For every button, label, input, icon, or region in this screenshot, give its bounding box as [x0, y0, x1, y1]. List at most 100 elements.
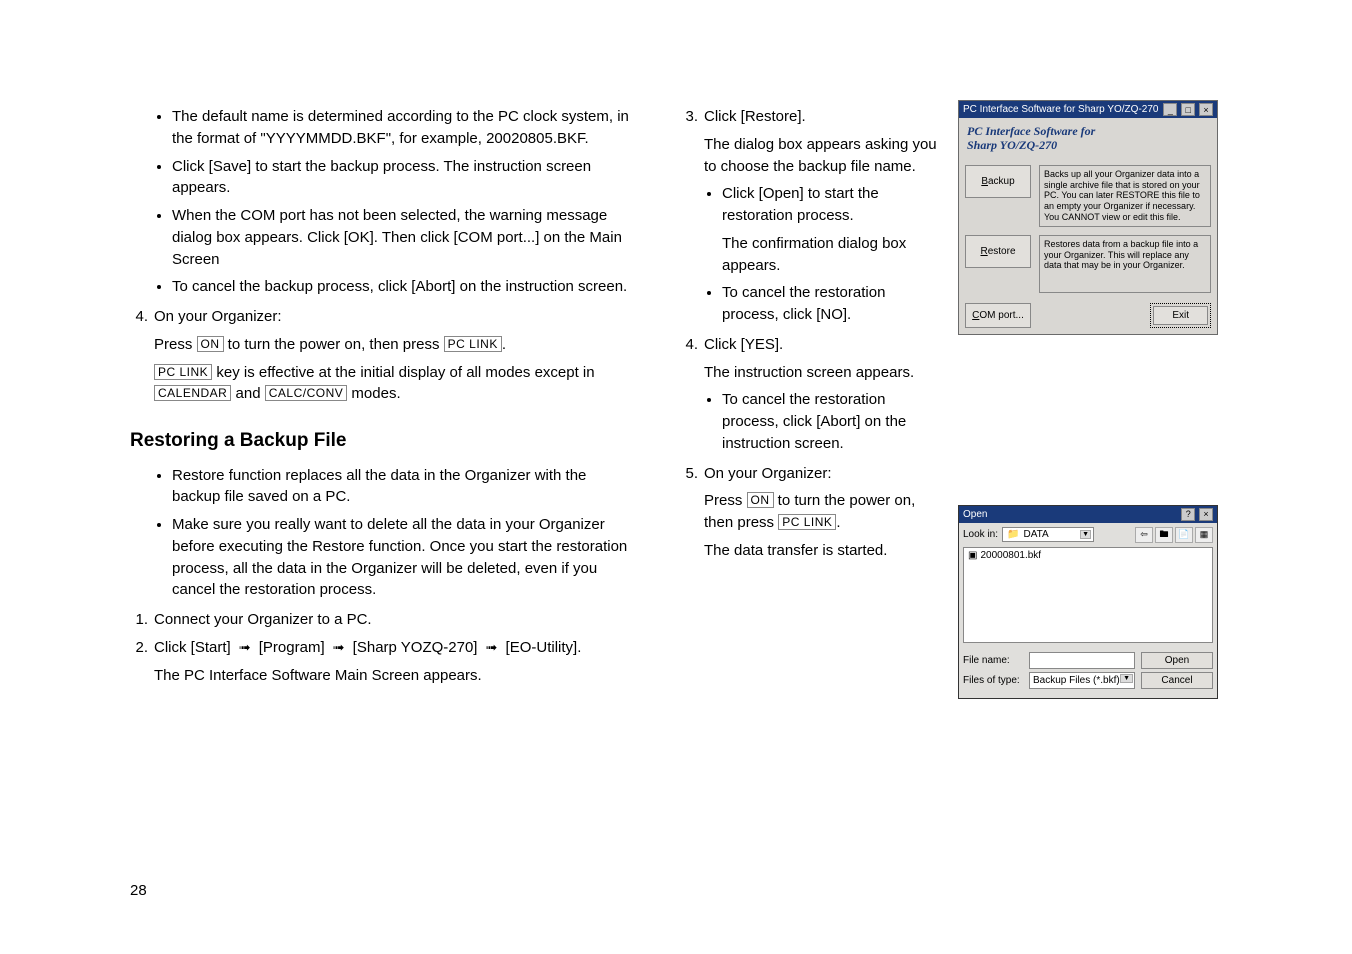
step-text: Click [Start] [Program] [Sharp YOZQ-270]…	[154, 637, 581, 659]
step-4: 4. Click [YES].	[680, 334, 940, 356]
lookin-value: DATA	[1023, 529, 1048, 540]
text: estore	[988, 246, 1016, 257]
arrow-icon	[329, 639, 349, 656]
right-text-column: 3. Click [Restore]. The dialog box appea…	[680, 100, 940, 699]
backup-button[interactable]: Backup	[965, 165, 1031, 198]
back-icon[interactable]: ⇦	[1135, 527, 1153, 543]
restore-row: Restore Restores data from a backup file…	[959, 231, 1217, 297]
underline: R	[980, 246, 987, 257]
restore-button[interactable]: Restore	[965, 235, 1031, 268]
key-pclink: PC LINK	[444, 336, 502, 352]
lookin-select[interactable]: 📁 DATA	[1002, 527, 1094, 542]
file-entry[interactable]: ▣ 20000801.bkf	[968, 550, 1041, 561]
step-text: Click [YES].	[704, 334, 783, 356]
text: to turn the power on, then press	[224, 336, 444, 353]
bottom-row: COM port... Exit	[959, 297, 1217, 334]
value: Backup Files (*.bkf)	[1033, 675, 1120, 686]
step-number: 2.	[130, 637, 148, 659]
text: Click [Open] to start the restoration pr…	[722, 185, 879, 224]
text: PC Interface Software for	[967, 124, 1095, 138]
step-text: Click [Restore].	[704, 106, 806, 128]
filetype-select[interactable]: Backup Files (*.bkf)	[1029, 672, 1135, 689]
step-1: 1. Connect your Organizer to a PC.	[130, 609, 630, 631]
step-number: 3.	[680, 106, 698, 128]
open-button[interactable]: Open	[1141, 652, 1213, 669]
restore-description: Restores data from a backup file into a …	[1039, 235, 1211, 293]
bullet-item: Click [Save] to start the backup process…	[172, 156, 630, 200]
step-2: 2. Click [Start] [Program] [Sharp YOZQ-2…	[130, 637, 630, 659]
lookin-label: Look in:	[963, 529, 998, 540]
file-name: 20000801.bkf	[980, 550, 1041, 561]
right-column: 3. Click [Restore]. The dialog box appea…	[680, 100, 1240, 699]
text: ackup	[988, 176, 1015, 187]
viewmode-icon[interactable]: ▦	[1195, 527, 1213, 543]
step-text: On your Organizer:	[154, 306, 282, 328]
folder-icon: 📁	[1007, 529, 1019, 540]
pc-interface-window: PC Interface Software for Sharp YO/ZQ-27…	[958, 100, 1218, 335]
step-3: 3. Click [Restore].	[680, 106, 940, 128]
window-header: PC Interface Software for Sharp YO/ZQ-27…	[959, 118, 1217, 161]
help-button[interactable]: ?	[1181, 508, 1195, 521]
window-controls: _ □ ×	[1162, 103, 1213, 116]
text: [EO-Utility].	[501, 639, 581, 656]
toolbar-icons: ⇦ 🖿 📄 ▦	[1135, 527, 1213, 543]
text: key is effective at the initial display …	[212, 364, 594, 381]
text: [Program]	[255, 639, 329, 656]
cancel-button[interactable]: Cancel	[1141, 672, 1213, 689]
bullet-item: Click [Open] to start the restoration pr…	[722, 183, 940, 276]
text: Sharp YO/ZQ-270	[967, 138, 1057, 152]
up-icon[interactable]: 🖿	[1155, 527, 1173, 543]
text: OM port...	[979, 310, 1023, 321]
step-4-detail-2: PC LINK key is effective at the initial …	[130, 362, 630, 406]
comport-button[interactable]: COM port...	[965, 303, 1031, 328]
filetype-label: Files of type:	[963, 675, 1023, 686]
text: modes.	[347, 385, 400, 402]
window-controls: ? ×	[1180, 508, 1213, 521]
close-button[interactable]: ×	[1199, 103, 1213, 116]
text: and	[231, 385, 264, 402]
document-page: The default name is determined according…	[0, 0, 1352, 739]
bullet-item: Make sure you really want to delete all …	[172, 514, 630, 601]
step-text: On your Organizer:	[704, 463, 832, 485]
backup-row: Backup Backs up all your Organizer data …	[959, 161, 1217, 231]
minimize-button[interactable]: _	[1163, 103, 1177, 116]
close-button[interactable]: ×	[1199, 508, 1213, 521]
bullet-item: To cancel the restoration process, click…	[722, 389, 940, 454]
filename-input[interactable]	[1029, 652, 1135, 669]
step-4-detail: Press ON to turn the power on, then pres…	[130, 334, 630, 356]
text: [Sharp YOZQ-270]	[349, 639, 482, 656]
page-number: 28	[130, 882, 147, 899]
window-title: PC Interface Software for Sharp YO/ZQ-27…	[963, 104, 1158, 115]
step-5: 5. On your Organizer:	[680, 463, 940, 485]
bullet-item: To cancel the backup process, click [Abo…	[172, 276, 630, 298]
file-list-area[interactable]: ▣ 20000801.bkf	[963, 547, 1213, 643]
step-number: 1.	[130, 609, 148, 631]
step-text: Connect your Organizer to a PC.	[154, 609, 372, 631]
step-5-detail: Press ON to turn the power on, then pres…	[680, 490, 940, 534]
key-pclink: PC LINK	[154, 364, 212, 380]
arrow-icon	[482, 639, 502, 656]
screenshot-column: PC Interface Software for Sharp YO/ZQ-27…	[958, 100, 1238, 699]
step-4-sub: The instruction screen appears.	[680, 362, 940, 384]
key-on: ON	[747, 492, 774, 508]
filename-row: File name: Open	[963, 652, 1213, 669]
newfolder-icon[interactable]: 📄	[1175, 527, 1193, 543]
key-calcconv: CALC/CONV	[265, 385, 348, 401]
step-3-sub: The dialog box appears asking you to cho…	[680, 134, 940, 178]
title-bar[interactable]: Open ? ×	[959, 506, 1217, 523]
bullet-item: The default name is determined according…	[172, 106, 630, 150]
text: Click [Start]	[154, 639, 235, 656]
filetype-row: Files of type: Backup Files (*.bkf) Canc…	[963, 672, 1213, 689]
bullet-item: To cancel the restoration process, click…	[722, 282, 940, 326]
toolbar: Look in: 📁 DATA ⇦ 🖿 📄 ▦	[959, 523, 1217, 547]
text: Press	[704, 492, 747, 509]
bullet-item: Restore function replaces all the data i…	[172, 465, 630, 509]
text: .	[502, 336, 506, 353]
step-4: 4. On your Organizer:	[130, 306, 630, 328]
key-calendar: CALENDAR	[154, 385, 231, 401]
key-on: ON	[197, 336, 224, 352]
title-bar[interactable]: PC Interface Software for Sharp YO/ZQ-27…	[959, 101, 1217, 118]
maximize-button[interactable]: □	[1181, 103, 1195, 116]
step-2-sub: The PC Interface Software Main Screen ap…	[130, 665, 630, 687]
exit-button[interactable]: Exit	[1153, 306, 1208, 325]
